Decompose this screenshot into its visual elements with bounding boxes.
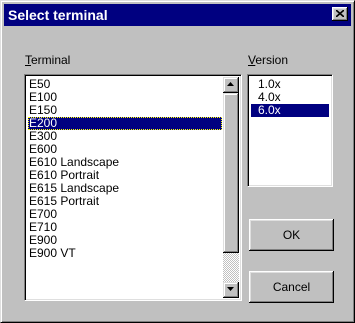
version-label-rest: ersion — [255, 53, 289, 67]
close-icon — [336, 10, 344, 17]
version-list[interactable]: 1.0x 4.0x 6.0x — [247, 74, 333, 187]
terminal-list-items: E50 E100 E150 E200 E300 E600 E610 Landscape E61… — [28, 78, 222, 260]
terminal-item-e150[interactable]: E150 — [28, 104, 222, 117]
arrow-down-icon — [227, 287, 234, 291]
terminal-item-e615-portrait[interactable]: E615 Portrait — [28, 195, 222, 208]
terminal-label-rest: erminal — [31, 53, 71, 67]
title-bar[interactable]: Select terminal — [4, 4, 351, 26]
arrow-up-icon — [227, 82, 234, 86]
terminal-item-e200[interactable]: E200 — [28, 117, 222, 130]
ok-button[interactable]: OK — [249, 219, 334, 251]
scroll-down-button[interactable] — [223, 282, 239, 298]
select-terminal-dialog: Select terminal Terminal E50 E100 E150 E200… — [0, 0, 355, 323]
version-list-items: 1.0x 4.0x 6.0x — [251, 78, 329, 117]
terminal-item-e700[interactable]: E700 — [28, 208, 222, 221]
close-button[interactable] — [332, 7, 348, 21]
cancel-button[interactable]: Cancel — [249, 271, 334, 303]
scroll-thumb[interactable] — [223, 93, 239, 253]
terminal-label: Terminal — [25, 53, 70, 67]
terminal-item-e900-vt[interactable]: E900 VT — [28, 247, 222, 260]
terminal-item-e300[interactable]: E300 — [28, 130, 222, 143]
version-item-6-0x[interactable]: 6.0x — [251, 104, 329, 117]
terminal-list[interactable]: E50 E100 E150 E200 E300 E600 E610 Landscape E61… — [24, 74, 242, 301]
terminal-item-e710[interactable]: E710 — [28, 221, 222, 234]
scroll-up-button[interactable] — [223, 77, 239, 93]
version-label: Version — [248, 53, 288, 67]
terminal-list-scrollbar[interactable] — [223, 77, 239, 298]
terminal-item-e100[interactable]: E100 — [28, 91, 222, 104]
dialog-title: Select terminal — [8, 7, 108, 23]
terminal-item-e50[interactable]: E50 — [28, 78, 222, 91]
